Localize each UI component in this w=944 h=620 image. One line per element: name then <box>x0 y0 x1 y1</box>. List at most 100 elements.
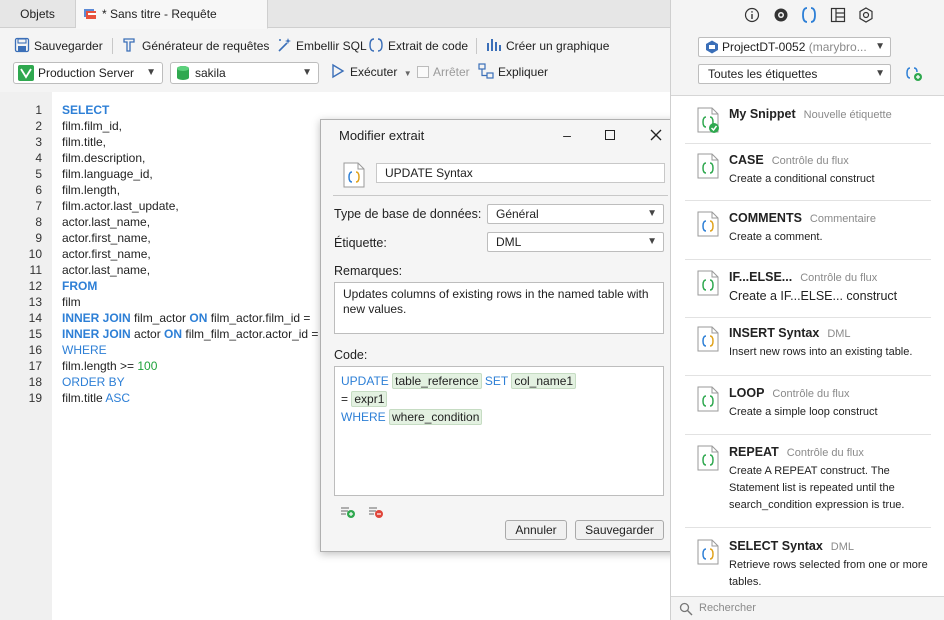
snippet-tag: DML <box>827 328 851 340</box>
beautify-sql-button[interactable]: Embellir SQL <box>276 36 367 56</box>
code-snippet-icon[interactable] <box>801 7 817 23</box>
run-dropdown-icon[interactable]: ▼ <box>404 69 412 78</box>
code-line: film.language_id, <box>62 166 153 182</box>
line-number: 17 <box>28 359 42 373</box>
tab-objects[interactable]: Objets <box>0 0 76 28</box>
connection-value: Production Server <box>38 66 135 80</box>
snippet-name: INSERT Syntax <box>729 326 820 340</box>
database-icon <box>177 66 189 80</box>
snippet-item[interactable]: SELECT Syntax DML Retrieve rows selected f… <box>685 539 931 594</box>
snippet-tag: DML <box>830 541 855 553</box>
layout-icon[interactable] <box>830 7 846 23</box>
remarks-label: Remarques: <box>334 264 403 278</box>
snippet-item[interactable]: CASE Contrôle du flux Create a conditional… <box>685 153 931 201</box>
snippet-name: REPEAT <box>729 445 779 459</box>
eye-icon[interactable] <box>773 7 789 23</box>
explain-button[interactable]: Expliquer <box>478 62 548 82</box>
code-line: film.film_id, <box>62 118 122 134</box>
connection-toolbar: Production Server ▼ sakila ▼ Exécuter ▼ … <box>0 60 670 86</box>
code-textarea[interactable]: UPDATE table_reference SET col_name1 = e… <box>334 366 664 496</box>
create-chart-button[interactable]: Créer un graphique <box>486 36 609 56</box>
code-snippet-button[interactable]: Extrait de code <box>368 36 468 56</box>
code-snippet-label: Extrait de code <box>388 39 469 53</box>
edit-snippet-dialog: Modifier extrait – UPDATE Syntax Type de… <box>320 119 681 552</box>
placeholder-token[interactable]: table_reference <box>392 373 482 389</box>
close-button[interactable] <box>646 125 666 145</box>
snippet-item[interactable]: My Snippet Nouvelle étiquette <box>685 107 931 144</box>
save-button[interactable]: Sauvegarder <box>14 36 103 56</box>
database-select[interactable]: sakila ▼ <box>170 62 319 84</box>
connection-select[interactable]: Production Server ▼ <box>13 62 163 84</box>
run-button[interactable]: Exécuter ▼ <box>330 62 412 82</box>
snippet-description: Create a IF...ELSE... construct <box>729 289 898 303</box>
sql-text: film.title, <box>62 135 107 149</box>
code-line: INNER JOIN film_actor ON film_actor.film… <box>62 310 310 326</box>
sql-text: film.title <box>62 391 106 405</box>
cancel-button[interactable]: Annuler <box>505 520 567 540</box>
tag-filter-select[interactable]: Toutes les étiquettes ▼ <box>698 64 891 84</box>
placeholder-token[interactable]: where_condition <box>389 409 483 425</box>
snippet-name: CASE <box>729 153 764 167</box>
code-line: = expr1 <box>341 390 657 408</box>
project-select[interactable]: ProjectDT-0052 (marybro... ▼ <box>698 37 891 57</box>
code-line: film.actor.last_update, <box>62 198 179 214</box>
snippet-description: Create a conditional construct <box>729 173 875 185</box>
play-icon <box>332 63 345 79</box>
sql-keyword: WHERE <box>62 343 107 357</box>
add-placeholder-icon[interactable] <box>340 505 356 519</box>
maximize-button[interactable] <box>600 125 620 145</box>
snippet-name: IF...ELSE... <box>729 270 793 284</box>
snippet-name: SELECT Syntax <box>729 539 823 553</box>
tab-bar: Objets * Sans titre - Requête <box>0 0 670 29</box>
snippet-file-icon <box>697 386 719 412</box>
tab-query-label: * Sans titre - Requête <box>102 7 217 21</box>
code-line: actor.first_name, <box>62 230 151 246</box>
line-number: 18 <box>28 375 42 389</box>
tag-select[interactable]: DML ▼ <box>487 232 664 252</box>
snippet-file-icon <box>697 326 719 352</box>
chevron-down-icon: ▼ <box>647 236 657 247</box>
db-type-label: Type de base de données: <box>334 207 482 221</box>
code-line: actor.first_name, <box>62 246 151 262</box>
code-line: WHERE where_condition <box>341 408 657 426</box>
snippet-description: Insert new rows into an existing table. <box>729 346 913 358</box>
hexagon-settings-icon[interactable] <box>858 7 874 23</box>
line-number: 8 <box>35 215 42 229</box>
sql-keyword: ASC <box>105 391 131 405</box>
snippet-item[interactable]: COMMENTS Commentaire Create a comment. <box>685 211 931 260</box>
chevron-down-icon: ▼ <box>146 67 156 78</box>
snippet-file-icon <box>343 162 365 188</box>
tag-filter-value: Toutes les étiquettes <box>708 67 818 81</box>
remarks-textarea[interactable]: Updates columns of existing rows in the … <box>334 282 664 334</box>
code-line: SELECT <box>62 102 109 118</box>
snippet-item[interactable]: IF...ELSE... Contrôle du flux Create a IF.… <box>685 270 931 318</box>
code-line: UPDATE table_reference SET col_name1 <box>341 372 657 390</box>
snippet-name-input[interactable]: UPDATE Syntax <box>376 163 665 183</box>
snippet-search[interactable]: Rechercher <box>671 596 944 620</box>
placeholder-token[interactable]: expr1 <box>351 391 388 407</box>
placeholder-token[interactable]: col_name1 <box>511 373 577 389</box>
code-line: film <box>62 294 81 310</box>
remove-placeholder-icon[interactable] <box>368 505 384 519</box>
code-operator: = <box>341 392 349 406</box>
tab-query[interactable]: * Sans titre - Requête <box>76 0 268 29</box>
snippet-item[interactable]: REPEAT Contrôle du flux Create A REPEAT co… <box>685 445 931 528</box>
line-number: 4 <box>35 151 42 165</box>
sql-keyword: INNER JOIN <box>62 327 131 341</box>
create-chart-label: Créer un graphique <box>506 39 610 53</box>
sql-keyword: ON <box>164 327 183 341</box>
info-icon[interactable] <box>744 7 760 23</box>
snippet-item[interactable]: INSERT Syntax DML Insert new rows into an … <box>685 326 931 376</box>
snippet-panel: ProjectDT-0052 (marybro... ▼ Toutes les … <box>670 0 944 620</box>
sql-text: film <box>62 295 81 309</box>
db-type-select[interactable]: Général ▼ <box>487 204 664 224</box>
snippet-item[interactable]: LOOP Contrôle du flux Create a simple loop… <box>685 386 931 435</box>
snippet-name-row: COMMENTS Commentaire <box>729 211 876 225</box>
save-snippet-button[interactable]: Sauvegarder <box>575 520 664 540</box>
add-snippet-icon[interactable] <box>905 66 923 82</box>
query-builder-button[interactable]: Générateur de requêtes <box>122 36 269 56</box>
snippet-name: LOOP <box>729 386 765 400</box>
line-number-gutter: 1 2 3 4 5 6 7 8 9 10 11 12 13 14 15 16 17 18 19 <box>0 92 52 620</box>
stop-button[interactable]: Arrêter <box>417 62 470 82</box>
minimize-button[interactable]: – <box>557 125 577 145</box>
